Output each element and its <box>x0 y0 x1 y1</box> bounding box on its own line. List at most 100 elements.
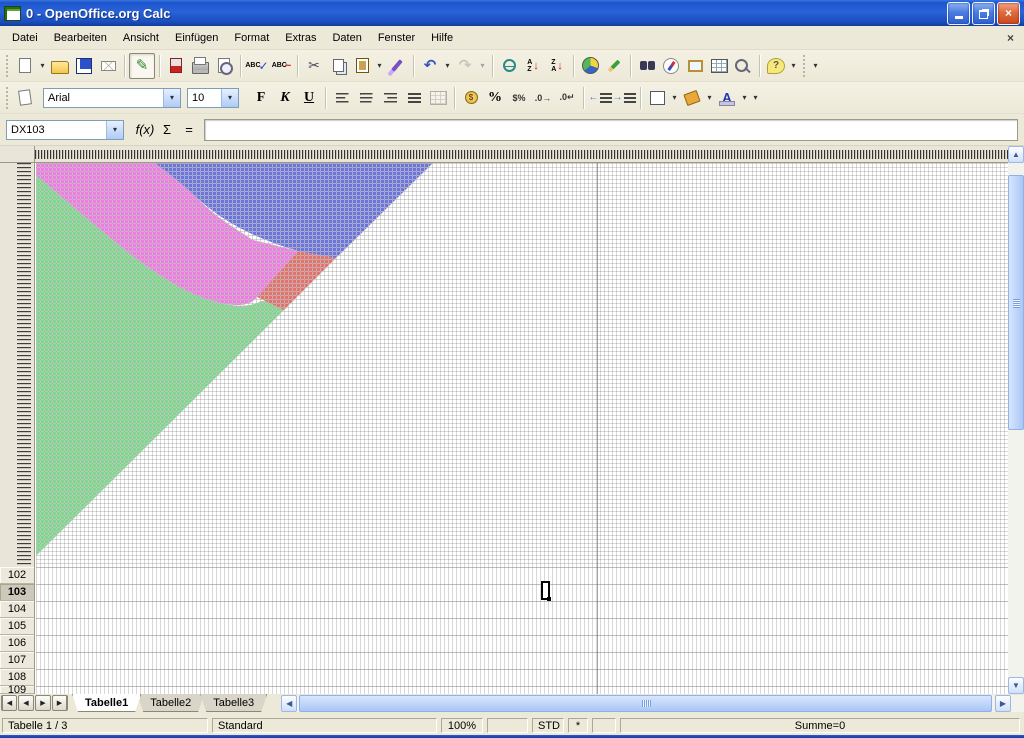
hyperlink-button[interactable] <box>497 54 521 78</box>
email-button[interactable] <box>96 54 120 78</box>
delete-decimal-button[interactable]: .0↵ <box>555 86 579 110</box>
page-preview-button[interactable] <box>212 54 236 78</box>
menu-fenster[interactable]: Fenster <box>370 29 423 47</box>
tab-tabelle3[interactable]: Tabelle3 <box>200 694 267 712</box>
row-header-103[interactable]: 103 <box>0 584 35 601</box>
print-button[interactable] <box>188 54 212 78</box>
background-color-button[interactable] <box>680 86 704 110</box>
menu-format[interactable]: Format <box>226 29 277 47</box>
styles-button[interactable] <box>13 86 37 110</box>
scroll-down-button[interactable]: ▼ <box>1008 677 1024 694</box>
formula-button[interactable]: = <box>178 119 200 141</box>
formula-input[interactable] <box>204 119 1018 141</box>
zoom-button[interactable] <box>731 54 755 78</box>
decrease-indent-button[interactable]: ← <box>588 86 612 110</box>
horizontal-scrollbar[interactable]: ◀ ▶ <box>281 695 1024 712</box>
row-header-106[interactable]: 106 <box>0 635 35 652</box>
vertical-scrollbar-thumb[interactable] <box>1008 175 1024 430</box>
name-box[interactable]: DX103 ▾ <box>6 120 124 140</box>
function-wizard-button[interactable]: f(x) <box>134 119 156 141</box>
new-document-button[interactable] <box>13 54 37 78</box>
restore-button[interactable] <box>972 2 995 25</box>
undo-button[interactable]: ↶ <box>418 54 442 78</box>
row-header-105[interactable]: 105 <box>0 618 35 635</box>
horizontal-scrollbar-thumb[interactable] <box>299 695 992 712</box>
menu-ansicht[interactable]: Ansicht <box>115 29 167 47</box>
grid-compressed-rows[interactable] <box>36 163 1008 567</box>
justify-button[interactable] <box>402 86 426 110</box>
paste-button[interactable] <box>350 54 374 78</box>
align-center-button[interactable] <box>354 86 378 110</box>
font-color-dropdown[interactable]: ▾ <box>739 86 750 110</box>
save-button[interactable] <box>72 54 96 78</box>
toolbar-grip[interactable] <box>5 55 10 77</box>
help-button[interactable]: ? <box>764 54 788 78</box>
column-headers[interactable] <box>35 146 1008 163</box>
borders-button[interactable] <box>645 86 669 110</box>
new-document-dropdown[interactable]: ▾ <box>37 54 48 78</box>
spreadsheet-area[interactable]: 102 103 104 105 106 107 108 109 <box>0 146 1008 694</box>
scroll-right-button[interactable]: ▶ <box>995 695 1011 712</box>
export-pdf-button[interactable] <box>164 54 188 78</box>
italic-button[interactable]: K <box>273 86 297 110</box>
tab-tabelle1[interactable]: Tabelle1 <box>72 694 141 712</box>
font-size-combo[interactable]: 10 ▾ <box>187 88 239 108</box>
font-name-dropdown[interactable]: ▾ <box>163 89 180 107</box>
sum-button[interactable]: Σ <box>156 119 178 141</box>
row-header-107[interactable]: 107 <box>0 652 35 669</box>
auto-spellcheck-button[interactable]: ABC~ <box>269 54 293 78</box>
add-decimal-button[interactable]: .0→ <box>531 86 555 110</box>
merge-cells-button[interactable] <box>426 86 450 110</box>
scroll-up-button[interactable]: ▲ <box>1008 146 1024 163</box>
fill-handle[interactable] <box>547 597 551 601</box>
first-sheet-button[interactable]: ◀ <box>1 695 17 711</box>
status-sum[interactable]: Summe=0 <box>620 718 1020 733</box>
row-header-109[interactable]: 109 <box>0 686 35 694</box>
gallery-button[interactable] <box>683 54 707 78</box>
sort-ascending-button[interactable]: AZ↓ <box>521 54 545 78</box>
last-sheet-button[interactable]: ▶ <box>52 695 68 711</box>
next-sheet-button[interactable]: ▶ <box>35 695 51 711</box>
open-button[interactable] <box>48 54 72 78</box>
find-replace-button[interactable] <box>635 54 659 78</box>
row-header-104[interactable]: 104 <box>0 601 35 618</box>
menu-extras[interactable]: Extras <box>277 29 324 47</box>
toolbar-overflow-dropdown[interactable]: ▾ <box>750 86 761 110</box>
name-box-dropdown[interactable]: ▾ <box>106 121 123 139</box>
close-document-icon[interactable]: × <box>1003 30 1018 45</box>
undo-dropdown[interactable]: ▾ <box>442 54 453 78</box>
borders-dropdown[interactable]: ▾ <box>669 86 680 110</box>
menu-einfuegen[interactable]: Einfügen <box>167 29 226 47</box>
row-header-102[interactable]: 102 <box>0 567 35 584</box>
previous-sheet-button[interactable]: ◀ <box>18 695 34 711</box>
copy-button[interactable] <box>326 54 350 78</box>
row-headers-compressed[interactable] <box>0 163 35 567</box>
toolbar-grip[interactable] <box>802 55 807 77</box>
minimize-button[interactable] <box>947 2 970 25</box>
sort-descending-button[interactable]: ZA↓ <box>545 54 569 78</box>
font-name-combo[interactable]: Arial ▾ <box>43 88 181 108</box>
scroll-left-button[interactable]: ◀ <box>281 695 297 712</box>
cut-button[interactable]: ✂ <box>302 54 326 78</box>
edit-file-button[interactable]: ✎ <box>129 53 155 79</box>
tab-tabelle2[interactable]: Tabelle2 <box>137 694 204 712</box>
increase-indent-button[interactable]: → <box>612 86 636 110</box>
spellcheck-button[interactable]: ABC✓ <box>245 54 269 78</box>
cell-cursor-dx103[interactable] <box>541 581 550 600</box>
select-all-corner[interactable] <box>0 146 35 163</box>
redo-dropdown[interactable]: ▾ <box>477 54 488 78</box>
standard-format-button[interactable]: $% <box>507 86 531 110</box>
data-sources-button[interactable] <box>707 54 731 78</box>
align-left-button[interactable] <box>330 86 354 110</box>
toolbar-grip[interactable] <box>5 87 10 109</box>
font-color-button[interactable]: A <box>715 86 739 110</box>
insert-chart-button[interactable] <box>578 54 602 78</box>
vertical-scrollbar[interactable]: ▲ ▼ <box>1008 146 1024 694</box>
format-paintbrush-button[interactable] <box>385 54 409 78</box>
status-selection-mode[interactable]: STD <box>532 718 564 733</box>
grid-normal-rows[interactable] <box>36 567 1008 694</box>
menu-hilfe[interactable]: Hilfe <box>423 29 461 47</box>
close-button[interactable]: × <box>997 2 1020 25</box>
background-color-dropdown[interactable]: ▾ <box>704 86 715 110</box>
bold-button[interactable]: F <box>249 86 273 110</box>
